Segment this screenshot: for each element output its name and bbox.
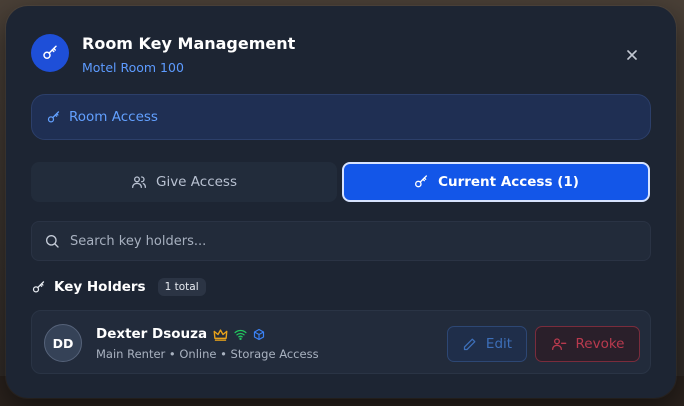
key-holders-count-badge: 1 total xyxy=(157,278,206,296)
access-tabs: Give Access Current Access (1) xyxy=(31,162,651,202)
tab-current-access[interactable]: Current Access (1) xyxy=(342,162,650,202)
search-icon xyxy=(46,235,59,248)
user-minus-icon xyxy=(551,338,566,350)
modal-title: Room Key Management xyxy=(82,34,296,53)
search-input[interactable] xyxy=(70,233,630,249)
key-holder-name: Dexter Dsouza xyxy=(96,326,208,342)
revoke-button-label: Revoke xyxy=(575,336,625,352)
key-icon xyxy=(47,110,60,122)
avatar: DD xyxy=(44,324,82,362)
modal-subtitle: Motel Room 100 xyxy=(82,60,184,75)
users-icon xyxy=(131,176,146,188)
crown-icon xyxy=(213,328,228,341)
search-bar xyxy=(31,221,651,261)
pencil-icon xyxy=(463,338,476,350)
room-access-banner: Room Access xyxy=(31,94,651,140)
key-holders-header: Key Holders 1 total xyxy=(31,276,206,298)
key-holders-title: Key Holders xyxy=(54,279,146,295)
key-holder-name-row: Dexter Dsouza xyxy=(96,326,265,342)
tab-current-access-label: Current Access (1) xyxy=(438,174,579,190)
room-access-label: Room Access xyxy=(69,109,158,125)
key-holder-card: DD Dexter Dsouza Main Renter • Online • … xyxy=(31,310,651,374)
edit-button[interactable]: Edit xyxy=(447,326,527,362)
key-icon xyxy=(32,280,45,292)
tab-give-access-label: Give Access xyxy=(155,174,237,190)
room-key-modal: Room Key Management Motel Room 100 Room … xyxy=(6,6,676,398)
cube-icon xyxy=(254,328,265,340)
close-icon xyxy=(627,50,637,60)
header-key-icon xyxy=(31,34,69,72)
close-button[interactable] xyxy=(620,43,644,67)
tab-give-access[interactable]: Give Access xyxy=(31,162,337,202)
wifi-icon xyxy=(234,329,247,340)
revoke-button[interactable]: Revoke xyxy=(535,326,640,362)
edit-button-label: Edit xyxy=(485,336,513,352)
key-holder-meta: Main Renter • Online • Storage Access xyxy=(96,347,319,361)
key-icon xyxy=(415,175,428,188)
